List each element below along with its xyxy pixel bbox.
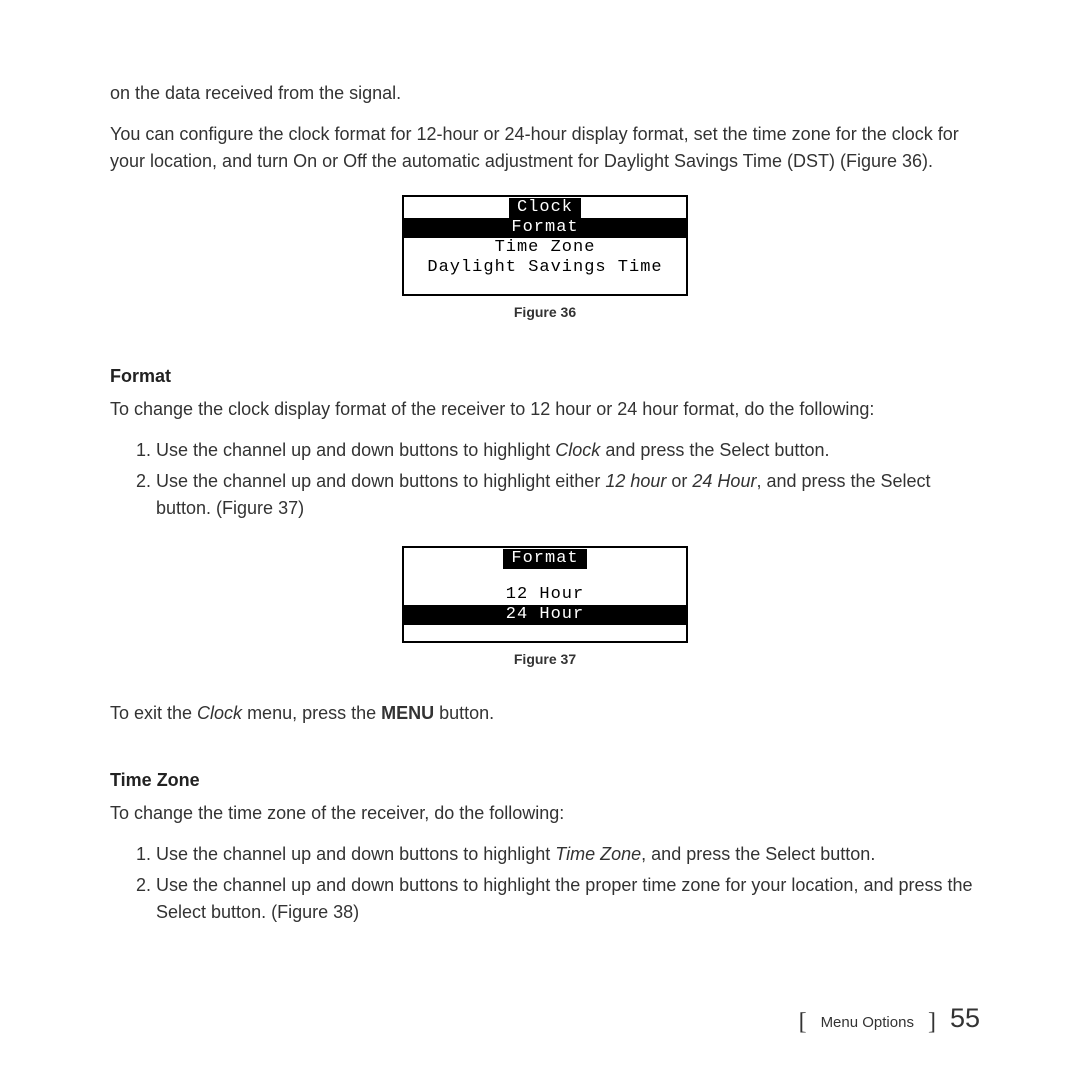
exit-clock-line: To exit the Clock menu, press the MENU b… <box>110 700 980 727</box>
page-content: on the data received from the signal. Yo… <box>0 0 1080 990</box>
text: and press the Select button. <box>600 440 829 460</box>
figure-37: Format 12 Hour 24 Hour <box>402 546 688 643</box>
text-italic: Clock <box>197 703 242 723</box>
format-steps: Use the channel up and down buttons to h… <box>110 437 980 522</box>
figure-36: Clock Format Time Zone Daylight Savings … <box>402 195 688 296</box>
figure-37-caption: Figure 37 <box>110 649 980 670</box>
lcd-row-dst: Daylight Savings Time <box>404 258 686 278</box>
text-italic: Time Zone <box>555 844 641 864</box>
text: Use the channel up and down buttons to h… <box>156 844 555 864</box>
text-italic: 24 Hour <box>692 471 756 491</box>
intro-line-2: You can configure the clock format for 1… <box>110 121 980 175</box>
heading-format: Format <box>110 363 980 390</box>
heading-timezone: Time Zone <box>110 767 980 794</box>
timezone-lead: To change the time zone of the receiver,… <box>110 800 980 827</box>
lcd-title-row: Format <box>404 548 686 569</box>
bracket-left: [ <box>799 1009 807 1036</box>
intro-line-1: on the data received from the signal. <box>110 80 980 107</box>
lcd-screen-format: Format 12 Hour 24 Hour <box>402 546 688 643</box>
text-italic: 12 hour <box>605 471 666 491</box>
text: To exit the <box>110 703 197 723</box>
lcd-row-empty <box>404 278 686 294</box>
text: Use the channel up and down buttons to h… <box>156 440 555 460</box>
lcd-title: Clock <box>509 198 581 218</box>
lcd-title: Format <box>503 549 586 569</box>
lcd-row-empty <box>404 625 686 641</box>
timezone-step-1: Use the channel up and down buttons to h… <box>156 841 980 868</box>
lcd-row-format: Format <box>404 218 686 238</box>
text: button. <box>434 703 494 723</box>
lcd-screen-clock: Clock Format Time Zone Daylight Savings … <box>402 195 688 296</box>
figure-36-caption: Figure 36 <box>110 302 980 323</box>
text-bold: MENU <box>381 703 434 723</box>
format-step-1: Use the channel up and down buttons to h… <box>156 437 980 464</box>
text: menu, press the <box>242 703 381 723</box>
page-footer: [ Menu Options ] 55 <box>799 1003 980 1034</box>
timezone-step-2: Use the channel up and down buttons to h… <box>156 872 980 926</box>
lcd-title-row: Clock <box>404 197 686 218</box>
bracket-right: ] <box>928 1009 936 1036</box>
format-step-2: Use the channel up and down buttons to h… <box>156 468 980 522</box>
text: , and press the Select button. <box>641 844 875 864</box>
text-italic: Clock <box>555 440 600 460</box>
lcd-row-24hour: 24 Hour <box>404 605 686 625</box>
text: Use the channel up and down buttons to h… <box>156 471 605 491</box>
footer-page-number: 55 <box>950 1003 980 1034</box>
lcd-row-timezone: Time Zone <box>404 238 686 258</box>
footer-section: Menu Options <box>821 1014 914 1031</box>
text: or <box>666 471 692 491</box>
timezone-steps: Use the channel up and down buttons to h… <box>110 841 980 926</box>
format-lead: To change the clock display format of th… <box>110 396 980 423</box>
lcd-row-12hour: 12 Hour <box>404 585 686 605</box>
lcd-row-empty <box>404 569 686 585</box>
